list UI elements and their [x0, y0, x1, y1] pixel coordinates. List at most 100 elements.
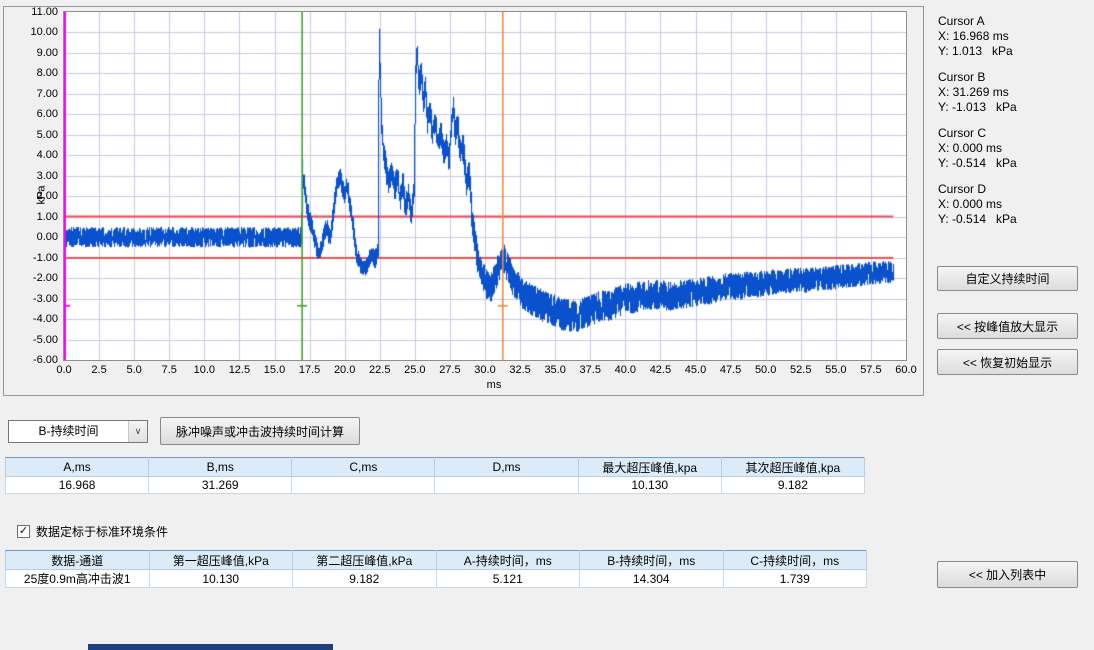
x-tick-label: 25.0	[395, 364, 435, 377]
standard-conditions-label: 数据定标于标准环境条件	[36, 523, 168, 540]
cursor-d-x: X: 0.000 ms	[938, 197, 1088, 212]
cursor-results-cell[interactable]: 9.182	[721, 477, 864, 494]
cursor-results-header-cell: 最大超压峰值,kpa	[578, 458, 721, 477]
checkbox-checked-icon[interactable]: ✓	[17, 525, 30, 538]
x-tick-label: 40.0	[605, 364, 645, 377]
y-tick-label: -3.00	[4, 293, 58, 306]
y-tick-label: 9.00	[4, 47, 58, 60]
taskbar-fragment[interactable]	[88, 644, 333, 650]
cursor-results-table: A,msB,msC,msD,ms最大超压峰值,kpa其次超压峰值,kpa16.9…	[5, 457, 865, 494]
channel-summary-header-cell: 第二超压峰值,kPa	[293, 551, 437, 570]
cursor-results-header-cell: A,ms	[6, 458, 149, 477]
channel-summary-header-cell: 第一超压峰值,kPa	[149, 551, 293, 570]
y-tick-label: -4.00	[4, 313, 58, 326]
cursor-b-title: Cursor B	[938, 70, 1088, 85]
channel-summary-cell[interactable]: 9.182	[293, 570, 437, 588]
y-tick-label: 2.00	[4, 190, 58, 203]
channel-summary-header-cell: C-持续时间，ms	[723, 551, 867, 570]
x-axis-title: ms	[474, 379, 514, 391]
channel-summary-row[interactable]: 25度0.9m高冲击波110.1309.1825.12114.3041.739	[6, 570, 867, 588]
cursor-results-cell[interactable]: 16.968	[6, 477, 149, 494]
y-tick-label: 8.00	[4, 67, 58, 80]
cursor-b-x: X: 31.269 ms	[938, 85, 1088, 100]
cursor-c-title: Cursor C	[938, 126, 1088, 141]
x-tick-label: 10.0	[184, 364, 224, 377]
x-tick-label: 15.0	[255, 364, 295, 377]
cursor-a-readout: Cursor A X: 16.968 ms Y: 1.013 kPa	[938, 14, 1088, 59]
y-tick-label: 10.00	[4, 26, 58, 39]
y-tick-label: -5.00	[4, 334, 58, 347]
cursor-c-y: Y: -0.514 kPa	[938, 156, 1088, 171]
cursor-results-header-cell: D,ms	[435, 458, 578, 477]
cursor-a-title: Cursor A	[938, 14, 1088, 29]
y-tick-label: 7.00	[4, 88, 58, 101]
y-tick-label: 6.00	[4, 108, 58, 121]
app-window: kPa ms 11.0010.009.008.007.006.005.004.0…	[0, 0, 1094, 650]
x-tick-label: 20.0	[325, 364, 365, 377]
y-tick-label: 0.00	[4, 231, 58, 244]
y-tick-label: 1.00	[4, 211, 58, 224]
cursor-results-header-cell: B,ms	[149, 458, 292, 477]
y-tick-label: 3.00	[4, 170, 58, 183]
x-tick-label: 5.0	[114, 364, 154, 377]
duration-type-select[interactable]: B-持续时间 ∨	[8, 420, 148, 443]
cursor-results-cell[interactable]	[292, 477, 435, 494]
cursor-d-y: Y: -0.514 kPa	[938, 212, 1088, 227]
channel-summary-cell[interactable]: 14.304	[580, 570, 724, 588]
cursor-results-row[interactable]: 16.96831.269 10.1309.182	[6, 477, 865, 494]
x-tick-label: 0.0	[44, 364, 84, 377]
zoom-to-peak-button[interactable]: << 按峰值放大显示	[937, 313, 1078, 339]
cursor-results-cell[interactable]: 31.269	[149, 477, 292, 494]
waveform-chart-panel: kPa ms 11.0010.009.008.007.006.005.004.0…	[3, 6, 924, 396]
x-tick-label: 50.0	[746, 364, 786, 377]
cursor-d-title: Cursor D	[938, 182, 1088, 197]
y-tick-label: 4.00	[4, 149, 58, 162]
channel-summary-cell[interactable]: 5.121	[436, 570, 580, 588]
channel-summary-table: 数据-通道第一超压峰值,kPa第二超压峰值,kPaA-持续时间，msB-持续时间…	[5, 550, 867, 588]
x-tick-label: 55.0	[816, 364, 856, 377]
x-tick-label: 37.5	[570, 364, 610, 377]
x-tick-label: 32.5	[500, 364, 540, 377]
channel-summary-header-cell: B-持续时间，ms	[580, 551, 724, 570]
x-tick-label: 35.0	[535, 364, 575, 377]
channel-summary-cell[interactable]: 25度0.9m高冲击波1	[6, 570, 150, 588]
x-tick-label: 12.5	[219, 364, 259, 377]
x-tick-label: 27.5	[430, 364, 470, 377]
x-tick-label: 17.5	[290, 364, 330, 377]
y-tick-label: -1.00	[4, 252, 58, 265]
standard-conditions-checkbox-row: ✓ 数据定标于标准环境条件	[17, 523, 168, 540]
cursor-b-readout: Cursor B X: 31.269 ms Y: -1.013 kPa	[938, 70, 1088, 115]
x-tick-label: 2.5	[79, 364, 119, 377]
channel-summary-cell[interactable]: 1.739	[723, 570, 867, 588]
cursor-a-x: X: 16.968 ms	[938, 29, 1088, 44]
channel-summary-header-cell: A-持续时间，ms	[436, 551, 580, 570]
cursor-b-y: Y: -1.013 kPa	[938, 100, 1088, 115]
x-tick-label: 60.0	[886, 364, 926, 377]
x-tick-label: 45.0	[676, 364, 716, 377]
custom-duration-button[interactable]: 自定义持续时间	[937, 266, 1078, 291]
y-tick-label: -2.00	[4, 272, 58, 285]
x-tick-label: 52.5	[781, 364, 821, 377]
duration-type-value: B-持续时间	[9, 421, 128, 442]
add-to-list-button[interactable]: << 加入列表中	[937, 561, 1078, 588]
waveform-plot-canvas[interactable]	[63, 11, 907, 361]
cursor-c-readout: Cursor C X: 0.000 ms Y: -0.514 kPa	[938, 126, 1088, 171]
channel-summary-header-cell: 数据-通道	[6, 551, 150, 570]
x-tick-label: 22.5	[360, 364, 400, 377]
y-tick-label: 11.00	[4, 6, 58, 19]
cursor-d-readout: Cursor D X: 0.000 ms Y: -0.514 kPa	[938, 182, 1088, 227]
restore-initial-view-button[interactable]: << 恢复初始显示	[937, 349, 1078, 375]
cursor-results-cell[interactable]: 10.130	[578, 477, 721, 494]
cursor-c-x: X: 0.000 ms	[938, 141, 1088, 156]
x-tick-label: 42.5	[640, 364, 680, 377]
calc-duration-button[interactable]: 脉冲噪声或冲击波持续时间计算	[160, 417, 360, 445]
channel-summary-cell[interactable]: 10.130	[149, 570, 293, 588]
cursor-results-header-cell: C,ms	[292, 458, 435, 477]
x-tick-label: 47.5	[711, 364, 751, 377]
cursor-results-header-cell: 其次超压峰值,kpa	[721, 458, 864, 477]
x-tick-label: 7.5	[149, 364, 189, 377]
chevron-down-icon[interactable]: ∨	[128, 421, 147, 442]
cursor-results-cell[interactable]	[435, 477, 578, 494]
cursor-a-y: Y: 1.013 kPa	[938, 44, 1088, 59]
x-tick-label: 57.5	[851, 364, 891, 377]
